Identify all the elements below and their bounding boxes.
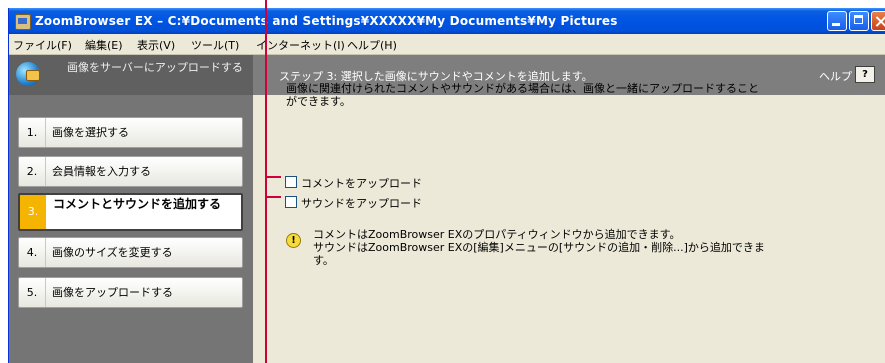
step-number: 1. xyxy=(19,118,46,147)
step-5-button[interactable]: 5. 画像をアップロードする xyxy=(18,277,243,308)
step-label: 画像を選択する xyxy=(52,126,129,139)
menu-tools[interactable]: ツール(T) xyxy=(191,37,239,53)
step-4-button[interactable]: 4. 画像のサイズを変更する xyxy=(18,237,243,268)
step-label: コメントとサウンドを追加する xyxy=(53,197,222,211)
menu-edit[interactable]: 編集(E) xyxy=(85,37,123,53)
sidebar-header: 画像をサーバーにアップロードする xyxy=(9,55,253,95)
info-icon: ! xyxy=(286,233,301,248)
step-number: 5. xyxy=(19,278,46,307)
callout-pointer-comment xyxy=(265,176,281,178)
maximize-button[interactable] xyxy=(849,11,869,31)
step-number: 2. xyxy=(19,157,46,186)
step-number: 4. xyxy=(19,238,46,267)
app-icon[interactable] xyxy=(15,14,31,30)
upload-globe-icon xyxy=(16,62,40,86)
step-3-button[interactable]: 3. コメントとサウンドを追加する xyxy=(18,193,243,231)
note-line-comment: コメントはZoomBrowser EXのプロパティウィンドウから追加できます。 xyxy=(313,228,681,241)
note-line-sound: サウンドはZoomBrowser EXの[編集]メニューの[サウンドの追加・削除… xyxy=(313,241,765,267)
upload-sound-checkbox[interactable] xyxy=(285,196,297,208)
step-1-button[interactable]: 1. 画像を選択する xyxy=(18,117,243,148)
callout-line xyxy=(265,0,267,363)
window-title: ZoomBrowser EX – C:¥Documents and Settin… xyxy=(35,14,618,28)
close-button[interactable] xyxy=(871,11,885,31)
title-bar[interactable]: ZoomBrowser EX – C:¥Documents and Settin… xyxy=(9,8,885,34)
sidebar: 画像をサーバーにアップロードする 1. 画像を選択する 2. 会員情報を入力する… xyxy=(9,55,253,363)
step-label: 会員情報を入力する xyxy=(52,165,151,178)
info-note: コメントはZoomBrowser EXのプロパティウィンドウから追加できます。 … xyxy=(313,228,773,267)
app-window: ZoomBrowser EX – C:¥Documents and Settin… xyxy=(8,8,885,363)
step-label: 画像をアップロードする xyxy=(52,286,173,299)
description-text: 画像に関連付けられたコメントやサウンドがある場合には、画像と一緒にアップロードす… xyxy=(286,82,759,108)
menu-view[interactable]: 表示(V) xyxy=(137,37,175,53)
menu-bar: ファイル(F) 編集(E) 表示(V) ツール(T) インターネット(I) ヘル… xyxy=(9,34,885,55)
menu-file[interactable]: ファイル(F) xyxy=(13,37,72,53)
help-button[interactable]: ? xyxy=(855,66,875,83)
help-label: ヘルプ xyxy=(819,70,852,83)
sidebar-header-text: 画像をサーバーにアップロードする xyxy=(67,61,243,74)
minimize-button[interactable] xyxy=(827,11,847,31)
step-number: 3. xyxy=(20,195,46,229)
step-label: 画像のサイズを変更する xyxy=(52,246,173,259)
menu-internet[interactable]: インターネット(I) xyxy=(256,37,345,53)
callout-pointer-sound xyxy=(265,196,281,198)
upload-sound-label[interactable]: サウンドをアップロード xyxy=(301,195,422,211)
step-2-button[interactable]: 2. 会員情報を入力する xyxy=(18,156,243,187)
menu-help[interactable]: ヘルプ(H) xyxy=(347,37,397,53)
upload-comment-checkbox[interactable] xyxy=(285,176,297,188)
upload-comment-label[interactable]: コメントをアップロード xyxy=(301,175,422,191)
